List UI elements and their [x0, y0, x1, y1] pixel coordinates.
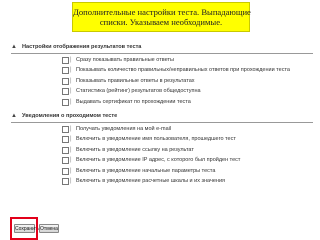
separator-icon: |: [70, 146, 72, 153]
option-checkbox[interactable]: [62, 77, 69, 85]
option-label: Выдавать сертификат по прохождении теста: [76, 98, 191, 105]
test-settings-panel: ▲ Настройки отображения результатов тест…: [2, 40, 315, 187]
option-checkbox[interactable]: [62, 57, 69, 64]
option-checkbox[interactable]: [62, 177, 69, 185]
option-row: | Получать уведомления на мой e-mail: [62, 125, 315, 135]
option-checkbox[interactable]: [62, 88, 69, 96]
instruction-caption: Дополнительные настройки теста. Выпадающ…: [72, 2, 251, 32]
option-label: Статистика (рейтинг) результатов общедос…: [76, 88, 201, 95]
separator-icon: |: [70, 57, 72, 63]
option-checkbox[interactable]: [62, 98, 69, 106]
option-row: | Показывать правильные ответы в результ…: [62, 77, 315, 87]
section-header-display-results[interactable]: ▲ Настройки отображения результатов тест…: [11, 42, 313, 54]
option-row: | Включить в уведомление IP адрес, с кот…: [62, 156, 315, 166]
caption-line-2: списки. Указываем необходимые.: [99, 17, 223, 27]
option-label: Сразу показывать правильные ответы: [76, 57, 174, 63]
separator-icon: |: [70, 157, 72, 164]
option-row: | Показывать количество правильных/непра…: [62, 66, 315, 76]
option-row: | Выдавать сертификат по прохождении тес…: [62, 98, 315, 108]
separator-icon: |: [70, 98, 72, 105]
option-label: Включить в уведомление расчетные шкалы и…: [76, 177, 226, 184]
save-button-highlight: [10, 217, 38, 240]
display-results-options: | Сразу показывать правильные ответы | П…: [2, 56, 315, 108]
collapse-arrow-icon[interactable]: ▲: [11, 43, 19, 51]
option-row: | Включить в уведомление ссылку на резул…: [62, 146, 315, 156]
section-header-notifications[interactable]: ▲ Уведомления о проходимом тесте: [11, 111, 313, 123]
option-checkbox[interactable]: [62, 67, 69, 75]
separator-icon: |: [70, 88, 72, 95]
separator-icon: |: [70, 136, 72, 143]
notification-options: | Получать уведомления на мой e-mail | В…: [2, 125, 315, 187]
separator-icon: |: [70, 67, 72, 74]
option-label: Включить в уведомление начальные парамет…: [76, 167, 216, 174]
cancel-button[interactable]: Отмена: [39, 224, 59, 233]
option-checkbox[interactable]: [62, 146, 69, 154]
option-row: | Включить в уведомление имя пользовател…: [62, 135, 315, 145]
option-row: | Сразу показывать правильные ответы: [62, 56, 315, 66]
option-checkbox[interactable]: [62, 157, 69, 165]
option-label: Включить в уведомление имя пользователя,…: [76, 136, 236, 143]
option-checkbox[interactable]: [62, 167, 69, 175]
caption-line-1: Дополнительные настройки теста. Выпадающ…: [73, 7, 251, 17]
separator-icon: |: [70, 125, 72, 132]
option-label: Показывать количество правильных/неправи…: [76, 67, 290, 74]
separator-icon: |: [70, 177, 72, 184]
option-label: Показывать правильные ответы в результат…: [76, 77, 195, 84]
collapse-arrow-icon[interactable]: ▲: [11, 112, 19, 120]
option-label: Получать уведомления на мой e-mail: [76, 125, 172, 132]
separator-icon: |: [70, 167, 72, 174]
section-title: Уведомления о проходимом тесте: [22, 112, 118, 119]
option-label: Включить в уведомление IP адрес, с котор…: [76, 157, 241, 164]
option-row: | Включить в уведомление расчетные шкалы…: [62, 177, 315, 187]
option-row: | Включить в уведомление начальные парам…: [62, 167, 315, 177]
separator-icon: |: [70, 77, 72, 84]
option-checkbox[interactable]: [62, 136, 69, 144]
section-title: Настройки отображения результатов теста: [22, 44, 142, 50]
option-row: | Статистика (рейтинг) результатов общед…: [62, 87, 315, 97]
option-checkbox[interactable]: [62, 125, 69, 133]
option-label: Включить в уведомление ссылку на результ…: [76, 146, 194, 153]
